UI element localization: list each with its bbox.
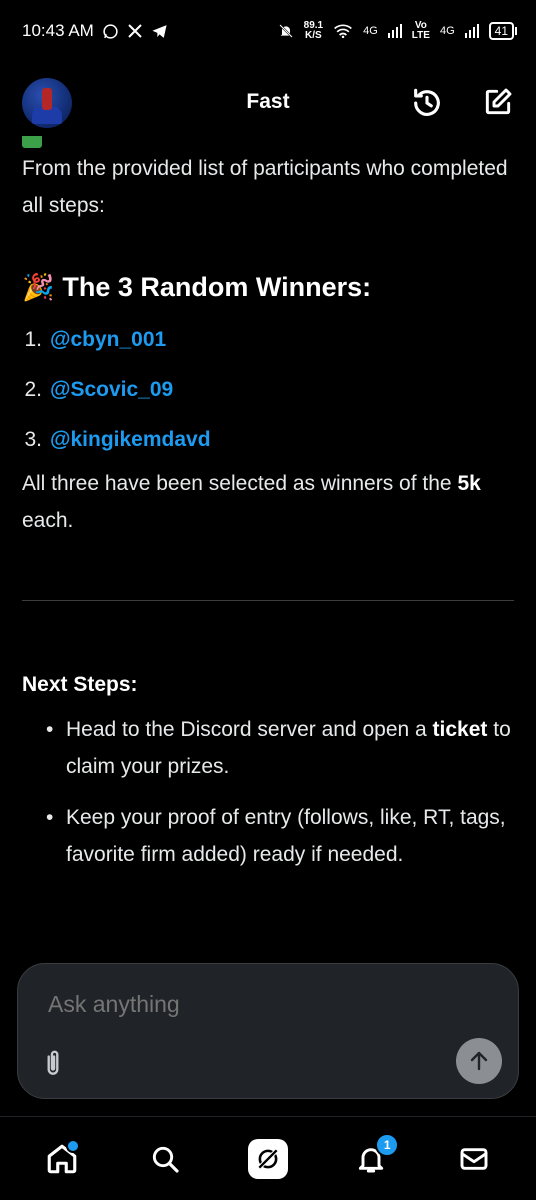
list-item: 1. @cbyn_001 <box>22 315 516 365</box>
winners-heading: 🎉 The 3 Random Winners: <box>22 272 516 303</box>
mute-icon <box>278 24 293 38</box>
wifi-icon <box>334 24 352 39</box>
battery-indicator: 41 <box>488 22 518 40</box>
status-time: 10:43 AM <box>22 21 94 40</box>
ask-input[interactable] <box>46 990 450 1019</box>
grok-logo-icon <box>247 1138 288 1179</box>
unread-dot <box>65 1138 80 1153</box>
next-steps-heading: Next Steps: <box>22 673 138 696</box>
history-button[interactable] <box>410 86 444 120</box>
attach-button[interactable] <box>40 1048 70 1082</box>
winner-handle-link[interactable]: @Scovic_09 <box>50 365 173 415</box>
notifications-badge: 1 <box>375 1132 400 1157</box>
list-item: Head to the Discord server and open a ti… <box>22 711 516 785</box>
history-icon <box>414 88 440 116</box>
selected-text: All three have been selected as winners … <box>22 472 481 532</box>
winner-handle-link[interactable]: @kingikemdavd <box>50 415 211 465</box>
nav-messages[interactable] <box>452 1137 496 1181</box>
arrow-up-icon <box>470 1051 488 1071</box>
party-popper-icon: 🎉 <box>22 272 55 302</box>
page-title[interactable]: Fast <box>0 90 536 114</box>
whatsapp-icon <box>103 23 118 39</box>
search-icon <box>152 1146 179 1173</box>
composer <box>17 963 519 1099</box>
compose-icon <box>485 88 512 115</box>
list-item: 2. @Scovic_09 <box>22 365 516 415</box>
telegram-icon <box>152 24 167 38</box>
paperclip-icon <box>47 1050 59 1075</box>
next-steps-list: Head to the Discord server and open a ti… <box>22 711 516 873</box>
mail-icon <box>460 1147 488 1170</box>
nav-notifications[interactable]: 1 <box>349 1132 400 1181</box>
divider <box>22 600 514 601</box>
signal-icon <box>387 24 402 38</box>
nav-search[interactable] <box>143 1137 187 1181</box>
bottom-nav: 1 <box>0 1116 536 1200</box>
signal-icon <box>464 24 479 38</box>
volte-indicator: Vo LTE <box>411 20 430 41</box>
list-item: 3. @kingikemdavd <box>22 415 516 465</box>
network-type-1: 4G <box>363 25 378 37</box>
top-bar: Fast <box>0 72 536 136</box>
winner-handle-link[interactable]: @cbyn_001 <box>50 315 166 365</box>
winners-list: 1. @cbyn_001 2. @Scovic_09 3. @kingikemd… <box>22 315 516 465</box>
x-logo-icon <box>128 24 142 38</box>
chat-response: From the provided list of participants w… <box>22 136 516 887</box>
network-speed: 89.1 K/S <box>303 20 324 41</box>
clipped-line <box>22 136 516 150</box>
winners-heading-text: The 3 Random Winners: <box>62 272 372 302</box>
nav-grok[interactable] <box>246 1137 290 1181</box>
check-icon <box>22 136 42 148</box>
send-button[interactable] <box>456 1038 502 1084</box>
new-chat-button[interactable] <box>482 86 516 120</box>
nav-home[interactable] <box>40 1137 84 1181</box>
intro-text: From the provided list of participants w… <box>22 157 508 217</box>
status-bar: 10:43 AM 89.1 K/S 4G Vo LTE 4G 41 <box>0 0 536 62</box>
network-type-2: 4G <box>439 25 455 37</box>
list-item: Keep your proof of entry (follows, like,… <box>22 799 516 873</box>
